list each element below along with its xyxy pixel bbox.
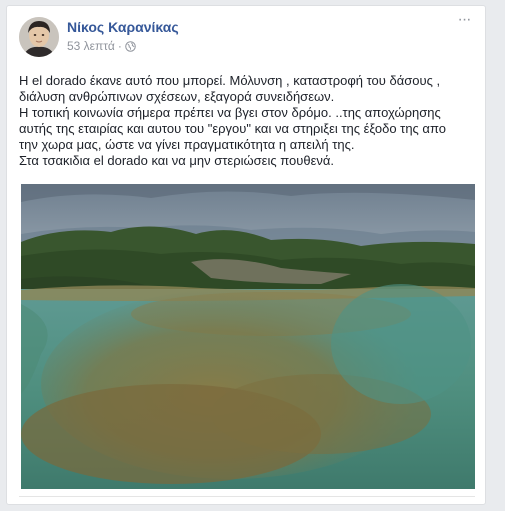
post-text-line: Στα τσακιδια el dorado και να μην στεριώ… bbox=[19, 153, 335, 168]
author-name[interactable]: Νίκος Καρανίκας bbox=[67, 19, 179, 35]
post-text-line: διάλυση ανθρώπινων σχέσεων, εξαγορά συνε… bbox=[19, 89, 335, 104]
post-header: Νίκος Καρανίκας 53 λεπτά · ··· bbox=[19, 12, 475, 60]
post-meta: 53 λεπτά · bbox=[67, 39, 136, 55]
avatar-image bbox=[19, 17, 59, 57]
post-text-line: Η τοπική κοινωνία σήμερα πρέπει να βγει … bbox=[19, 105, 441, 120]
avatar[interactable] bbox=[19, 17, 59, 57]
more-options-icon[interactable]: ··· bbox=[453, 12, 475, 30]
aerial-bay-photo bbox=[21, 184, 475, 489]
post-text-line: Η el dorado έκανε αυτό που μπορεί. Μόλυν… bbox=[19, 73, 441, 88]
meta-separator: · bbox=[117, 39, 122, 53]
post-text-line: αυτής της εταιρίας και αυτου του "εργου"… bbox=[19, 121, 446, 136]
post-body: Η el dorado έκανε αυτό που μπορεί. Μόλυν… bbox=[19, 73, 477, 169]
post-photo[interactable] bbox=[21, 184, 475, 489]
post-divider bbox=[19, 496, 475, 497]
post-text-line: την χωρα μας, ώστε να γίνει πραγματικότη… bbox=[19, 137, 355, 152]
post-card: Νίκος Καρανίκας 53 λεπτά · ··· Η el dorad… bbox=[6, 5, 486, 505]
globe-icon[interactable] bbox=[125, 41, 136, 55]
post-timestamp[interactable]: 53 λεπτά bbox=[67, 39, 115, 53]
